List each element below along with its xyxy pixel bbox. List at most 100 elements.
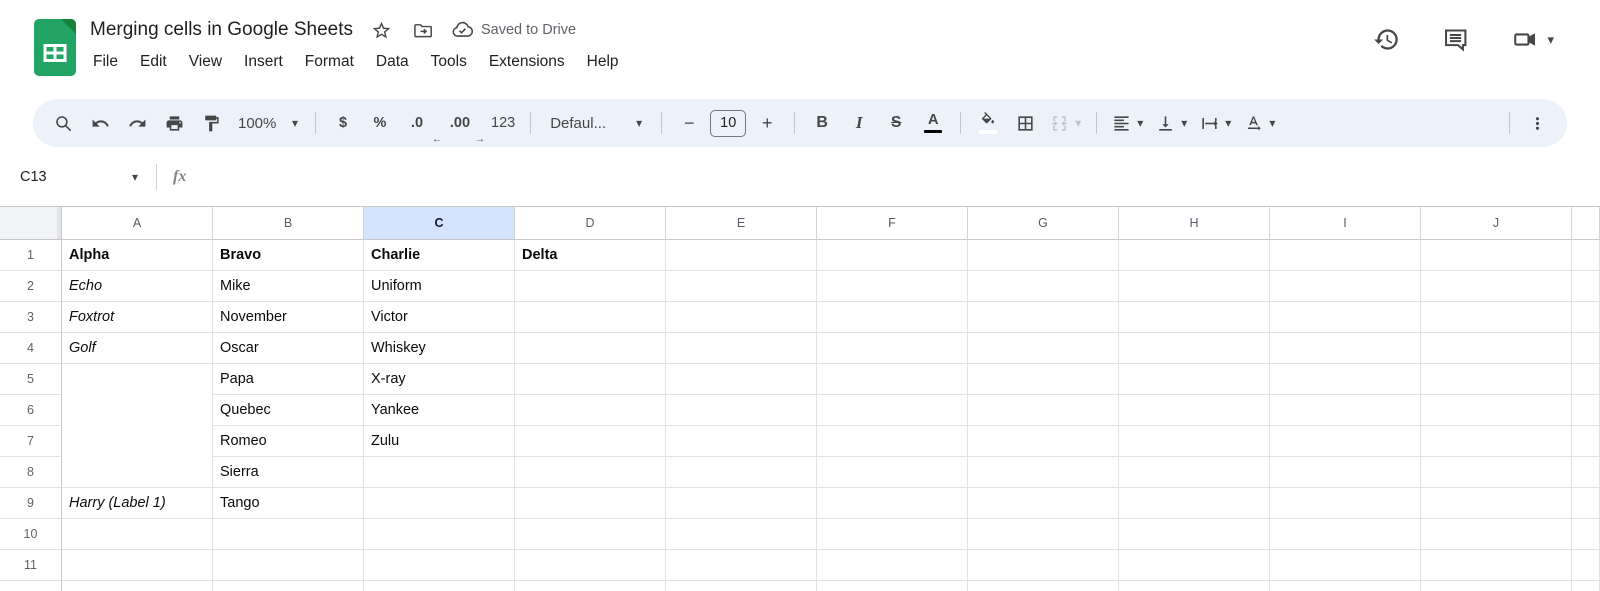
print-button[interactable]: [158, 107, 190, 139]
cell-partial-3[interactable]: [1572, 302, 1600, 333]
cell-J7[interactable]: [1421, 426, 1572, 457]
cell-B4[interactable]: Oscar: [213, 333, 364, 364]
increase-decimals-button[interactable]: .00 →: [444, 107, 485, 145]
cell-H1[interactable]: [1119, 240, 1270, 271]
cell-E4[interactable]: [666, 333, 817, 364]
cell-C8[interactable]: [364, 457, 515, 488]
row-header-5[interactable]: 5: [0, 364, 62, 395]
cell-G4[interactable]: [968, 333, 1119, 364]
cell-H11[interactable]: [1119, 550, 1270, 581]
cell-I10[interactable]: [1270, 519, 1421, 550]
cell-F10[interactable]: [817, 519, 968, 550]
row-header-3[interactable]: 3: [0, 302, 62, 333]
cell-C5[interactable]: X-ray: [364, 364, 515, 395]
column-header-G[interactable]: G: [968, 206, 1119, 240]
cell-partial-bottom[interactable]: [62, 581, 213, 591]
cell-G5[interactable]: [968, 364, 1119, 395]
cell-H2[interactable]: [1119, 271, 1270, 302]
cell-I11[interactable]: [1270, 550, 1421, 581]
fill-color-button[interactable]: [972, 107, 1004, 139]
cell-A11[interactable]: [62, 550, 213, 581]
cell-J8[interactable]: [1421, 457, 1572, 488]
column-header-F[interactable]: F: [817, 206, 968, 240]
cell-E10[interactable]: [666, 519, 817, 550]
cell-D8[interactable]: [515, 457, 666, 488]
cell-C11[interactable]: [364, 550, 515, 581]
cell-H6[interactable]: [1119, 395, 1270, 426]
cell-A3[interactable]: Foxtrot: [62, 302, 213, 333]
cell-E9[interactable]: [666, 488, 817, 519]
strikethrough-button[interactable]: S: [880, 107, 912, 139]
cell-partial-bottom[interactable]: [1572, 581, 1600, 591]
cell-partial-11[interactable]: [1572, 550, 1600, 581]
cell-partial-bottom[interactable]: [1270, 581, 1421, 591]
document-title[interactable]: Merging cells in Google Sheets: [90, 19, 353, 41]
number-format-button[interactable]: 123: [487, 107, 519, 139]
cell-C7[interactable]: Zulu: [364, 426, 515, 457]
row-header-2[interactable]: 2: [0, 271, 62, 302]
cell-D5[interactable]: [515, 364, 666, 395]
cell-A9[interactable]: Harry (Label 1): [62, 488, 213, 519]
borders-button[interactable]: [1009, 107, 1041, 139]
cell-E1[interactable]: [666, 240, 817, 271]
cell-I6[interactable]: [1270, 395, 1421, 426]
more-options-button[interactable]: [1521, 107, 1553, 139]
bold-button[interactable]: B: [806, 107, 838, 139]
column-header-C[interactable]: C: [364, 206, 515, 240]
cell-G1[interactable]: [968, 240, 1119, 271]
row-header-8[interactable]: 8: [0, 457, 62, 488]
decrease-decimals-button[interactable]: .0 ←: [401, 107, 442, 145]
menu-data[interactable]: Data: [365, 50, 420, 74]
cell-D2[interactable]: [515, 271, 666, 302]
column-header-E[interactable]: E: [666, 206, 817, 240]
move-to-folder-icon[interactable]: [411, 17, 437, 43]
cell-I8[interactable]: [1270, 457, 1421, 488]
cell-B2[interactable]: Mike: [213, 271, 364, 302]
font-size-input[interactable]: 10: [710, 109, 747, 137]
saved-status[interactable]: Saved to Drive: [451, 19, 576, 41]
cell-E6[interactable]: [666, 395, 817, 426]
menu-file[interactable]: File: [82, 50, 129, 74]
column-header-D[interactable]: D: [515, 206, 666, 240]
sheets-logo[interactable]: [34, 19, 76, 76]
cell-E5[interactable]: [666, 364, 817, 395]
cell-C6[interactable]: Yankee: [364, 395, 515, 426]
vertical-align-button[interactable]: ▾: [1152, 107, 1191, 139]
cell-J5[interactable]: [1421, 364, 1572, 395]
cell-B3[interactable]: November: [213, 302, 364, 333]
cell-partial-10[interactable]: [1572, 519, 1600, 550]
format-currency-button[interactable]: $: [327, 107, 359, 139]
cell-F1[interactable]: [817, 240, 968, 271]
cell-G7[interactable]: [968, 426, 1119, 457]
menu-view[interactable]: View: [178, 50, 233, 74]
cell-J1[interactable]: [1421, 240, 1572, 271]
cell-J11[interactable]: [1421, 550, 1572, 581]
cell-partial-1[interactable]: [1572, 240, 1600, 271]
cell-H9[interactable]: [1119, 488, 1270, 519]
column-header-H[interactable]: H: [1119, 206, 1270, 240]
cell-A10[interactable]: [62, 519, 213, 550]
row-header-partial[interactable]: [0, 581, 62, 591]
cell-F5[interactable]: [817, 364, 968, 395]
paint-format-button[interactable]: [195, 107, 227, 139]
row-header-7[interactable]: 7: [0, 426, 62, 457]
cell-C10[interactable]: [364, 519, 515, 550]
menu-insert[interactable]: Insert: [233, 50, 294, 74]
row-header-9[interactable]: 9: [0, 488, 62, 519]
cell-partial-9[interactable]: [1572, 488, 1600, 519]
cell-F11[interactable]: [817, 550, 968, 581]
cell-C2[interactable]: Uniform: [364, 271, 515, 302]
cell-partial-7[interactable]: [1572, 426, 1600, 457]
cell-I7[interactable]: [1270, 426, 1421, 457]
cell-A2[interactable]: Echo: [62, 271, 213, 302]
cell-B6[interactable]: Quebec: [213, 395, 364, 426]
column-header-partial[interactable]: [1572, 206, 1600, 240]
format-percent-button[interactable]: %: [364, 107, 396, 139]
text-wrap-button[interactable]: ▾: [1196, 107, 1235, 139]
text-color-button[interactable]: A: [917, 107, 949, 139]
cell-J4[interactable]: [1421, 333, 1572, 364]
cell-G3[interactable]: [968, 302, 1119, 333]
cell-E8[interactable]: [666, 457, 817, 488]
cell-G2[interactable]: [968, 271, 1119, 302]
cell-J9[interactable]: [1421, 488, 1572, 519]
